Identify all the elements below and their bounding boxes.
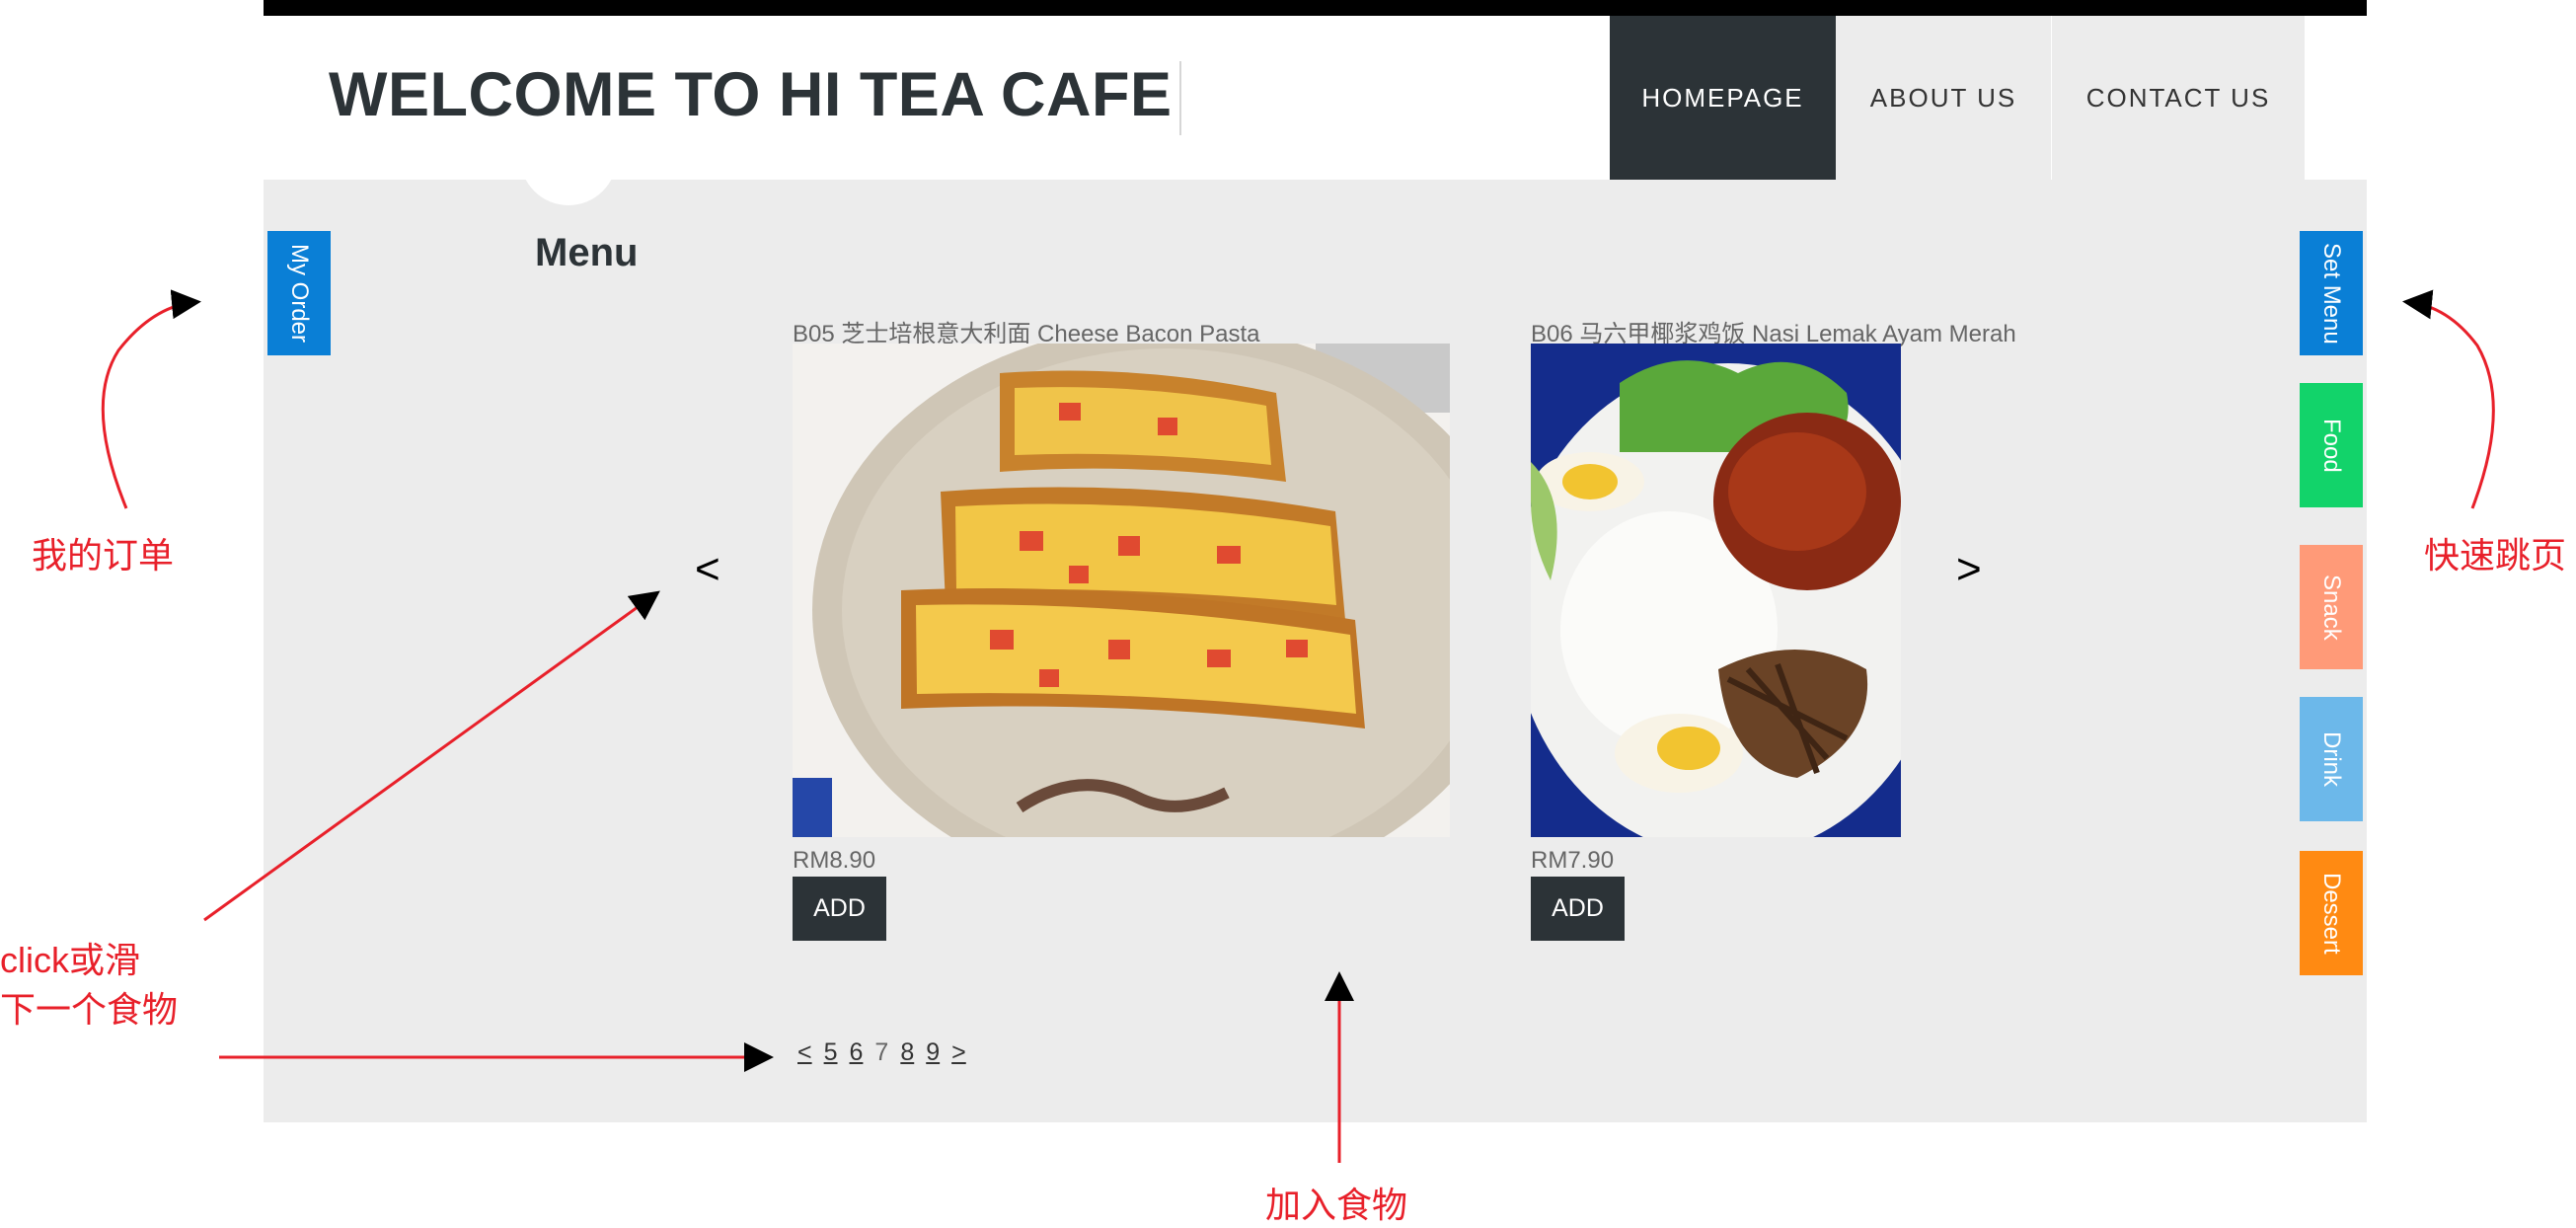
- pagination-prev[interactable]: <: [797, 1038, 812, 1067]
- tab-drink[interactable]: Drink: [2300, 697, 2363, 821]
- tab-set-menu-label: Set Menu: [2318, 242, 2345, 345]
- menu-heading: Menu: [535, 231, 639, 274]
- pagination-current-page: 7: [874, 1038, 889, 1066]
- pagination-next[interactable]: >: [951, 1038, 966, 1067]
- tab-snack[interactable]: Snack: [2300, 545, 2363, 669]
- add-food-button[interactable]: ADD: [793, 877, 886, 941]
- carousel-prev-arrow[interactable]: <: [695, 545, 720, 594]
- tab-snack-label: Snack: [2318, 574, 2345, 641]
- annotation-swipe: click或滑 下一个食物: [0, 936, 178, 1035]
- annotation-my-order: 我的订单: [32, 535, 175, 576]
- nasi-lemak-photo: [1531, 344, 1901, 837]
- tab-drink-label: Drink: [2318, 730, 2345, 787]
- pagination-page[interactable]: 5: [824, 1038, 838, 1067]
- title-divider: [1179, 61, 1181, 135]
- top-black-bar: [264, 0, 2367, 16]
- my-order-tab[interactable]: My Order: [267, 231, 331, 355]
- annotation-swipe-line2: 下一个食物: [0, 989, 179, 1030]
- annotation-quick-jump: 快速跳页: [2424, 535, 2567, 576]
- pagination: < 5 6 7 8 9 >: [797, 1038, 966, 1067]
- annotation-swipe-line1: click或滑: [0, 940, 140, 980]
- cheese-bacon-pasta-photo: [793, 344, 1450, 837]
- tab-food[interactable]: Food: [2300, 383, 2363, 507]
- food-item-price: RM8.90: [793, 847, 876, 874]
- add-food-button[interactable]: ADD: [1531, 877, 1625, 941]
- tab-dessert-label: Dessert: [2318, 872, 2345, 955]
- nav-homepage[interactable]: HOMEPAGE: [1610, 16, 1836, 180]
- pagination-page[interactable]: 6: [850, 1038, 864, 1067]
- pagination-page[interactable]: 9: [926, 1038, 940, 1067]
- tab-food-label: Food: [2318, 418, 2345, 473]
- nav-about-us[interactable]: ABOUT US: [1836, 16, 2051, 180]
- tab-set-menu[interactable]: Set Menu: [2300, 231, 2363, 355]
- my-order-label: My Order: [286, 243, 313, 343]
- site-title: WELCOME TO HI TEA CAFE: [329, 60, 1173, 129]
- pagination-page[interactable]: 8: [900, 1038, 914, 1067]
- food-item-price: RM7.90: [1531, 847, 1615, 874]
- tab-dessert[interactable]: Dessert: [2300, 851, 2363, 975]
- nav-contact-us[interactable]: CONTACT US: [2052, 16, 2305, 180]
- carousel-next-arrow[interactable]: >: [1956, 545, 1982, 594]
- annotation-add-food: 加入食物: [1265, 1185, 1408, 1225]
